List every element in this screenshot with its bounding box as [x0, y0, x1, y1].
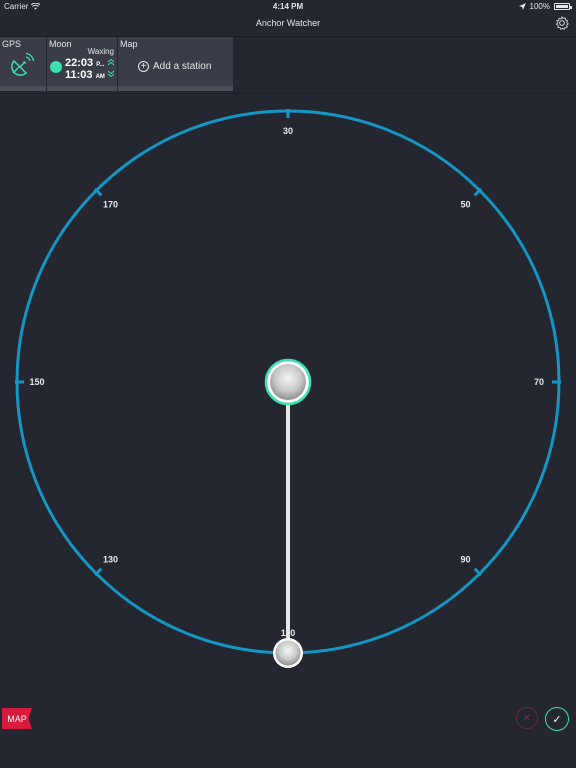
dial-label-30: 30 [283, 126, 293, 136]
dial-label-130: 130 [103, 554, 118, 564]
cancel-button[interactable]: ✕ [516, 707, 538, 729]
needle-handle[interactable] [275, 640, 301, 666]
anchor-dial[interactable]: 30507090110130150170 [0, 0, 576, 768]
dial-label-170: 170 [103, 200, 118, 210]
confirm-button[interactable]: ✓ [545, 707, 569, 731]
map-button[interactable]: MAP [2, 708, 32, 729]
dial-label-150: 150 [29, 377, 44, 387]
dial-label-70: 70 [534, 377, 544, 387]
dial-label-90: 90 [460, 554, 470, 564]
center-knob[interactable] [270, 364, 306, 400]
dial-label-50: 50 [460, 200, 470, 210]
